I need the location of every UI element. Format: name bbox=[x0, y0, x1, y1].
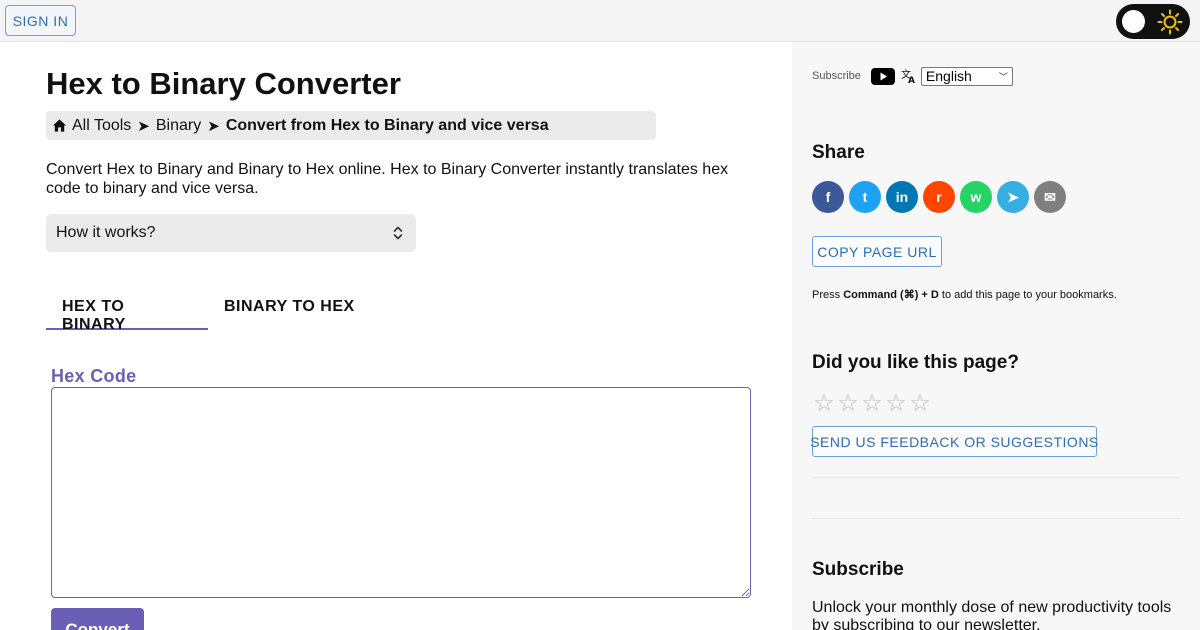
chevron-down-icon: ﹀ bbox=[998, 71, 1008, 82]
bookmark-prefix: Press bbox=[812, 289, 844, 301]
breadcrumb-separator: ➤ bbox=[207, 117, 220, 135]
star-icon[interactable]: ☆ bbox=[812, 392, 836, 416]
linkedin-icon[interactable]: in bbox=[886, 181, 918, 213]
star-rating: ☆ ☆ ☆ ☆ ☆ bbox=[812, 392, 932, 416]
breadcrumb-all-tools[interactable]: All Tools bbox=[72, 117, 131, 135]
chevron-up-down-icon bbox=[393, 226, 403, 240]
intro-text: Convert Hex to Binary and Binary to Hex … bbox=[46, 161, 729, 197]
sun-icon bbox=[1157, 9, 1183, 35]
bookmark-hint: Press Command (⌘) + D to add this page t… bbox=[812, 288, 1117, 301]
sidebar bbox=[792, 42, 1200, 630]
how-it-works-dropdown[interactable]: How it works? bbox=[46, 214, 416, 252]
language-select-value: English bbox=[925, 68, 972, 84]
language-select[interactable]: English ﹀ bbox=[920, 66, 1013, 86]
theme-toggle[interactable] bbox=[1116, 4, 1190, 39]
email-icon[interactable]: ✉ bbox=[1034, 181, 1066, 213]
star-icon[interactable]: ☆ bbox=[836, 392, 860, 416]
share-icons: f t in r w ➤ ✉ bbox=[812, 181, 1071, 213]
twitter-icon[interactable]: t bbox=[849, 181, 881, 213]
home-icon[interactable] bbox=[52, 118, 67, 133]
tab-binary-to-hex[interactable]: BINARY TO HEX bbox=[208, 287, 371, 330]
how-it-works-label: How it works? bbox=[56, 224, 156, 241]
rating-title: Did you like this page? bbox=[812, 352, 1019, 373]
subscribe-text: Unlock your monthly dose of new producti… bbox=[812, 599, 1172, 630]
star-icon[interactable]: ☆ bbox=[884, 392, 908, 416]
page-title: Hex to Binary Converter bbox=[46, 66, 401, 101]
breadcrumb: All Tools ➤ Binary ➤ Convert from Hex to… bbox=[46, 111, 656, 140]
feedback-button[interactable]: SEND US FEEDBACK OR SUGGESTIONS bbox=[810, 426, 1098, 457]
copy-page-url-button[interactable]: COPY PAGE URL bbox=[812, 236, 942, 267]
bookmark-suffix: to add this page to your bookmarks. bbox=[938, 289, 1117, 301]
breadcrumb-binary[interactable]: Binary bbox=[156, 117, 201, 135]
star-icon[interactable]: ☆ bbox=[908, 392, 932, 416]
whatsapp-icon[interactable]: w bbox=[960, 181, 992, 213]
toggle-knob bbox=[1122, 10, 1145, 33]
sidebar-top-row: Subscribe 文 A English ﹀ bbox=[812, 65, 1013, 87]
subscribe-link[interactable]: Subscribe bbox=[812, 70, 861, 82]
facebook-icon[interactable]: f bbox=[812, 181, 844, 213]
top-bar: SIGN IN bbox=[0, 0, 1200, 42]
star-icon[interactable]: ☆ bbox=[860, 392, 884, 416]
youtube-icon[interactable] bbox=[870, 67, 895, 85]
translate-icon: 文 A bbox=[901, 68, 915, 84]
converter-tabs: HEX TO BINARY BINARY TO HEX bbox=[46, 287, 371, 333]
hex-code-label: Hex Code bbox=[51, 366, 137, 386]
svg-text:A: A bbox=[908, 76, 915, 84]
reddit-icon[interactable]: r bbox=[923, 181, 955, 213]
hex-code-input[interactable] bbox=[51, 387, 751, 598]
telegram-icon[interactable]: ➤ bbox=[997, 181, 1029, 213]
convert-button[interactable]: Convert bbox=[51, 608, 144, 630]
breadcrumb-separator: ➤ bbox=[137, 117, 150, 135]
breadcrumb-current: Convert from Hex to Binary and vice vers… bbox=[225, 116, 549, 134]
sign-in-button[interactable]: SIGN IN bbox=[5, 5, 76, 36]
divider bbox=[812, 477, 1180, 478]
subscribe-title: Subscribe bbox=[812, 559, 904, 580]
divider bbox=[812, 518, 1180, 519]
bookmark-keys: Command (⌘) + D bbox=[843, 289, 939, 301]
share-title: Share bbox=[812, 142, 865, 163]
tab-hex-to-binary[interactable]: HEX TO BINARY bbox=[46, 287, 208, 333]
